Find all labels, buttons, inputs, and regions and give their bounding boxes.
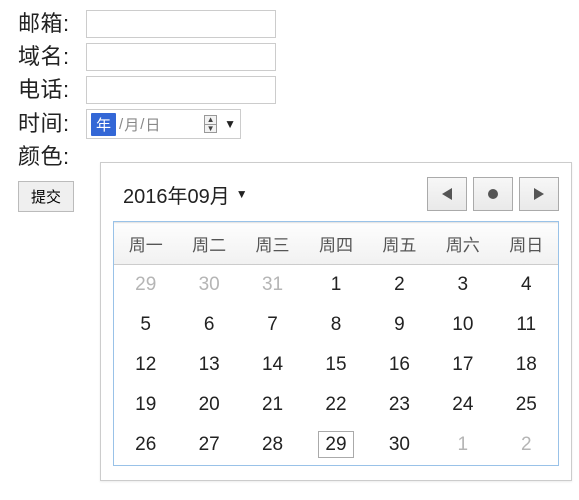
- calendar-day-cell[interactable]: 11: [495, 305, 558, 345]
- calendar-day-cell[interactable]: 28: [241, 425, 304, 465]
- email-label: 邮箱:: [18, 11, 86, 37]
- calendar-day-cell[interactable]: 5: [114, 305, 177, 345]
- calendar-day-cell[interactable]: 20: [177, 385, 240, 425]
- calendar-day-cell[interactable]: 26: [114, 425, 177, 465]
- calendar-day-cell[interactable]: 30: [177, 265, 240, 306]
- spinner-down-icon[interactable]: ▼: [204, 124, 217, 133]
- weekday-header: 周三: [241, 223, 304, 265]
- calendar-nav: [427, 177, 559, 211]
- domain-row: 域名:: [18, 43, 561, 71]
- calendar-grid: 周一周二周三周四周五周六周日 2930311234567891011121314…: [114, 222, 558, 465]
- time-field[interactable]: 年 / 月 / 日 ▲ ▼ ▼: [86, 109, 241, 139]
- calendar-day-cell[interactable]: 23: [368, 385, 431, 425]
- weekday-header: 周六: [431, 223, 494, 265]
- calendar-day-cell[interactable]: 17: [431, 345, 494, 385]
- phone-label: 电话:: [18, 77, 86, 103]
- calendar-day-cell[interactable]: 29: [304, 425, 367, 465]
- calendar-day-cell[interactable]: 2: [495, 425, 558, 465]
- year-placeholder[interactable]: 年: [91, 113, 116, 136]
- calendar-title-button[interactable]: 2016年09月 ▼: [123, 180, 248, 209]
- calendar-day-cell[interactable]: 4: [495, 265, 558, 306]
- phone-row: 电话:: [18, 76, 561, 104]
- calendar-day-cell[interactable]: 1: [431, 425, 494, 465]
- calendar-month-year: 2016年09月: [123, 180, 230, 209]
- spinner-up-icon[interactable]: ▲: [204, 115, 217, 124]
- calendar-day-cell[interactable]: 22: [304, 385, 367, 425]
- calendar-grid-wrap: 周一周二周三周四周五周六周日 2930311234567891011121314…: [113, 221, 559, 466]
- calendar-day-cell[interactable]: 19: [114, 385, 177, 425]
- email-row: 邮箱:: [18, 10, 561, 38]
- today-button[interactable]: [473, 177, 513, 211]
- calendar-day-cell[interactable]: 13: [177, 345, 240, 385]
- calendar-day-cell[interactable]: 8: [304, 305, 367, 345]
- month-placeholder[interactable]: 月: [124, 114, 139, 135]
- triangle-left-icon: [442, 188, 452, 200]
- time-label: 时间:: [18, 111, 86, 137]
- weekday-header: 周日: [495, 223, 558, 265]
- calendar-day-cell[interactable]: 24: [431, 385, 494, 425]
- calendar-day-cell[interactable]: 18: [495, 345, 558, 385]
- color-label: 颜色:: [18, 144, 86, 170]
- calendar-day-cell[interactable]: 12: [114, 345, 177, 385]
- calendar-day-cell[interactable]: 27: [177, 425, 240, 465]
- spinner: ▲ ▼: [204, 115, 218, 133]
- calendar-day-cell[interactable]: 14: [241, 345, 304, 385]
- calendar-day-cell[interactable]: 30: [368, 425, 431, 465]
- calendar-day-cell[interactable]: 7: [241, 305, 304, 345]
- calendar-day-cell[interactable]: 1: [304, 265, 367, 306]
- weekday-header: 周二: [177, 223, 240, 265]
- calendar-day-cell[interactable]: 6: [177, 305, 240, 345]
- submit-button[interactable]: 提交: [18, 181, 74, 212]
- date-picker-popup: 2016年09月 ▼ 周一周二周三周四周五周六周日 29303112345678…: [100, 162, 572, 481]
- calendar-day-cell[interactable]: 3: [431, 265, 494, 306]
- calendar-day-cell[interactable]: 21: [241, 385, 304, 425]
- calendar-day-cell[interactable]: 25: [495, 385, 558, 425]
- calendar-day-cell[interactable]: 29: [114, 265, 177, 306]
- calendar-day-cell[interactable]: 9: [368, 305, 431, 345]
- weekday-header: 周一: [114, 223, 177, 265]
- date-separator: /: [119, 116, 123, 133]
- calendar-day-cell[interactable]: 15: [304, 345, 367, 385]
- day-placeholder[interactable]: 日: [145, 114, 160, 135]
- triangle-right-icon: [534, 188, 544, 200]
- calendar-header: 2016年09月 ▼: [113, 177, 559, 211]
- calendar-day-cell[interactable]: 31: [241, 265, 304, 306]
- phone-field[interactable]: [86, 76, 276, 104]
- prev-month-button[interactable]: [427, 177, 467, 211]
- email-field[interactable]: [86, 10, 276, 38]
- calendar-day-cell[interactable]: 10: [431, 305, 494, 345]
- domain-field[interactable]: [86, 43, 276, 71]
- weekday-header: 周五: [368, 223, 431, 265]
- weekday-header: 周四: [304, 223, 367, 265]
- date-separator: /: [140, 116, 144, 133]
- chevron-down-icon[interactable]: ▼: [224, 117, 236, 131]
- time-row: 时间: 年 / 月 / 日 ▲ ▼ ▼: [18, 109, 561, 139]
- chevron-down-icon: ▼: [236, 187, 248, 201]
- circle-icon: [487, 188, 499, 200]
- calendar-day-cell[interactable]: 16: [368, 345, 431, 385]
- calendar-day-cell[interactable]: 2: [368, 265, 431, 306]
- next-month-button[interactable]: [519, 177, 559, 211]
- domain-label: 域名:: [18, 44, 86, 70]
